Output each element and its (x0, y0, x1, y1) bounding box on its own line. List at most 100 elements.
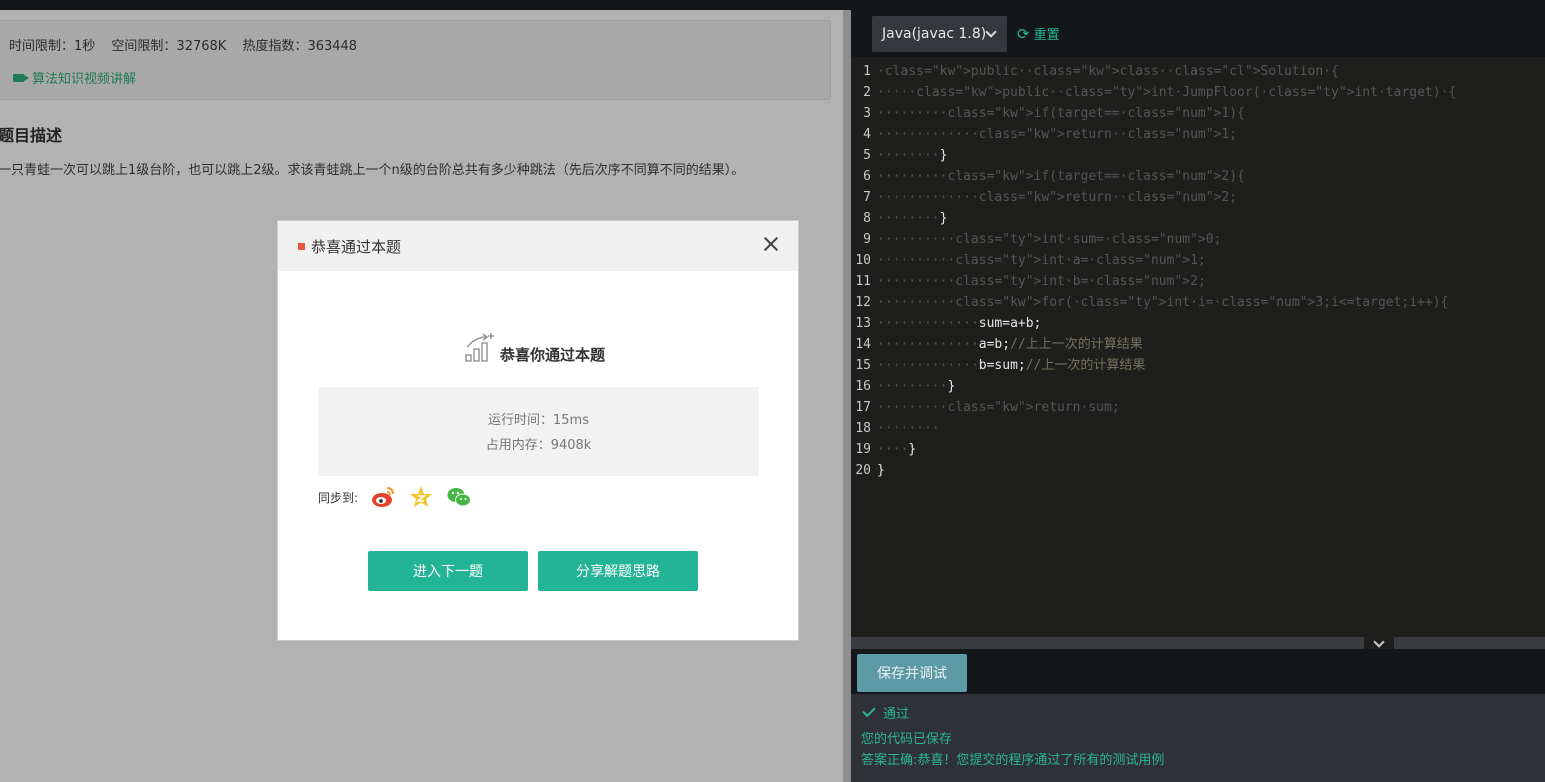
run-bar: 保存并调试 (851, 649, 1545, 694)
title-marker-icon (298, 242, 305, 250)
chevron-down-icon (985, 26, 997, 38)
sync-row: 同步到: (318, 484, 472, 510)
reset-button[interactable]: ⟳ 重置 (1017, 24, 1060, 44)
sync-label: 同步到: (318, 490, 359, 505)
code-text: ·class="kw">public··class="kw">class··cl… (877, 64, 1339, 79)
line-number: 12 (855, 295, 871, 310)
space-limit: 空间限制：32768K (111, 39, 227, 54)
code-text: ·············b=sum;//上一次的计算结果 (877, 358, 1146, 373)
code-text: } (877, 463, 885, 478)
code-text: ·············class="kw">return··class="n… (877, 127, 1238, 142)
video-camera-icon (13, 73, 29, 82)
line-number: 10 (855, 253, 871, 268)
saved-message: 您的代码已保存 (861, 732, 953, 747)
code-line[interactable]: 12 ··········class="kw">for(·class="ty">i… (851, 292, 1545, 313)
horizontal-scrollbar[interactable] (851, 637, 1545, 649)
success-modal: 恭喜通过本题 恭喜你通过本题 运行时间：15ms 占用内存：9408k 同步到: (277, 220, 799, 641)
line-number: 7 (863, 190, 871, 205)
modal-header: 恭喜通过本题 (278, 221, 798, 271)
save-and-debug-button[interactable]: 保存并调试 (857, 654, 967, 692)
code-line[interactable]: 16 ·········} (851, 376, 1545, 397)
modal-title: 恭喜通过本题 (311, 237, 402, 256)
line-number: 19 (855, 442, 871, 457)
pass-label: 通过 (883, 707, 910, 722)
line-number: 18 (855, 421, 871, 436)
code-line[interactable]: 18 ········ (851, 418, 1545, 439)
line-number: 1 (863, 64, 871, 79)
correct-message: 答案正确:恭喜！您提交的程序通过了所有的测试用例 (861, 753, 1165, 768)
line-number: 11 (855, 274, 871, 289)
code-text: ·············sum=a+b; (877, 316, 1042, 331)
code-line[interactable]: 5 ········} (851, 145, 1545, 166)
code-text: ·········class="kw">if(target==·class="n… (877, 169, 1245, 184)
congrats-text: 恭喜你通过本题 (500, 346, 606, 364)
code-line[interactable]: 1 ·class="kw">public··class="kw">class··c… (851, 61, 1545, 82)
code-text: ··········class="ty">int·b=·class="num">… (877, 274, 1206, 289)
code-text: ·············a=b;//上上一次的计算结果 (877, 337, 1143, 352)
result-panel: 通过 您的代码已保存 答案正确:恭喜！您提交的程序通过了所有的测试用例 (851, 694, 1545, 782)
code-line[interactable]: 10 ··········class="ty">int·a=·class="num… (851, 250, 1545, 271)
close-icon[interactable] (762, 235, 780, 253)
code-text: ········} (877, 211, 948, 226)
code-text: ····} (877, 442, 917, 457)
code-line[interactable]: 6 ·········class="kw">if(target==·class="… (851, 166, 1545, 187)
line-number: 6 (863, 169, 871, 184)
congrats-heading: 恭喜你通过本题 (464, 333, 605, 365)
language-select[interactable]: Java(javac 1.8) (872, 16, 1007, 52)
description-text: 一只青蛙一次可以跳上1级台阶，也可以跳上2级。求该青蛙跳上一个n级的台阶总共有多… (0, 163, 745, 178)
code-line[interactable]: 17 ·········class="kw">return·sum; (851, 397, 1545, 418)
code-text: ·········class="kw">return·sum; (877, 400, 1120, 415)
code-line[interactable]: 14 ·············a=b;//上上一次的计算结果 (851, 334, 1545, 355)
code-line[interactable]: 4 ·············class="kw">return··class="… (851, 124, 1545, 145)
code-text: ·············class="kw">return··class="n… (877, 190, 1238, 205)
next-problem-button[interactable]: 进入下一题 (368, 551, 528, 591)
refresh-icon: ⟳ (1017, 24, 1030, 43)
code-line[interactable]: 11 ··········class="ty">int·b=·class="num… (851, 271, 1545, 292)
pane-divider[interactable] (843, 10, 851, 782)
code-line[interactable]: 20} (851, 460, 1545, 481)
stats-box: 运行时间：15ms 占用内存：9408k (318, 387, 759, 476)
code-line[interactable]: 3 ·········class="kw">if(target==·class="… (851, 103, 1545, 124)
line-number: 17 (855, 400, 871, 415)
code-line[interactable]: 8 ········} (851, 208, 1545, 229)
code-line[interactable]: 19 ····} (851, 439, 1545, 460)
share-solution-button[interactable]: 分享解题思路 (538, 551, 698, 591)
editor-toolbar: Java(javac 1.8) ⟳ 重置 (851, 10, 1545, 57)
line-number: 2 (863, 85, 871, 100)
video-explanation-link[interactable]: 算法知识视频讲解 (13, 68, 136, 87)
line-number: 8 (863, 211, 871, 226)
code-text: ·········} (877, 379, 956, 394)
code-text: ··········class="ty">int·a=·class="num">… (877, 253, 1206, 268)
video-link-label: 算法知识视频讲解 (32, 72, 137, 87)
description-title: 题目描述 (0, 126, 63, 145)
code-line[interactable]: 13 ·············sum=a+b; (851, 313, 1545, 334)
code-editor[interactable]: 1 ·class="kw">public··class="kw">class··c… (851, 61, 1545, 638)
problem-limits: 时间限制：1秒 空间限制：32768K 热度指数：363448 (9, 35, 369, 54)
growth-chart-icon (465, 333, 494, 362)
heat-index: 热度指数：363448 (242, 39, 358, 54)
line-number: 14 (855, 337, 871, 352)
collapse-toggle-icon[interactable] (1364, 637, 1394, 649)
runtime-stat: 运行时间：15ms (488, 413, 589, 428)
code-text: ········} (877, 148, 948, 163)
time-limit: 时间限制：1秒 (9, 39, 96, 54)
code-text: ··········class="ty">int·sum=·class="num… (877, 232, 1222, 247)
pass-status: 通过 (862, 703, 910, 722)
line-number: 15 (855, 358, 871, 373)
line-number: 20 (855, 463, 871, 478)
code-text: ········ (877, 421, 940, 436)
code-line[interactable]: 7 ·············class="kw">return··class="… (851, 187, 1545, 208)
wechat-icon[interactable] (446, 484, 472, 510)
line-number: 9 (863, 232, 871, 247)
code-text: ··········class="kw">for(·class="ty">int… (877, 295, 1449, 310)
code-line[interactable]: 9 ··········class="ty">int·sum=·class="nu… (851, 229, 1545, 250)
reset-label: 重置 (1033, 28, 1060, 43)
code-line[interactable]: 2 ·····class="kw">public··class="ty">int·… (851, 82, 1545, 103)
weibo-icon[interactable] (370, 484, 396, 510)
code-line[interactable]: 15 ·············b=sum;//上一次的计算结果 (851, 355, 1545, 376)
line-number: 5 (863, 148, 871, 163)
qzone-star-icon[interactable] (408, 484, 434, 510)
code-text: ·········class="kw">if(target==·class="n… (877, 106, 1245, 121)
memory-stat: 占用内存：9408k (485, 438, 592, 453)
language-value: Java(javac 1.8) (882, 26, 987, 42)
